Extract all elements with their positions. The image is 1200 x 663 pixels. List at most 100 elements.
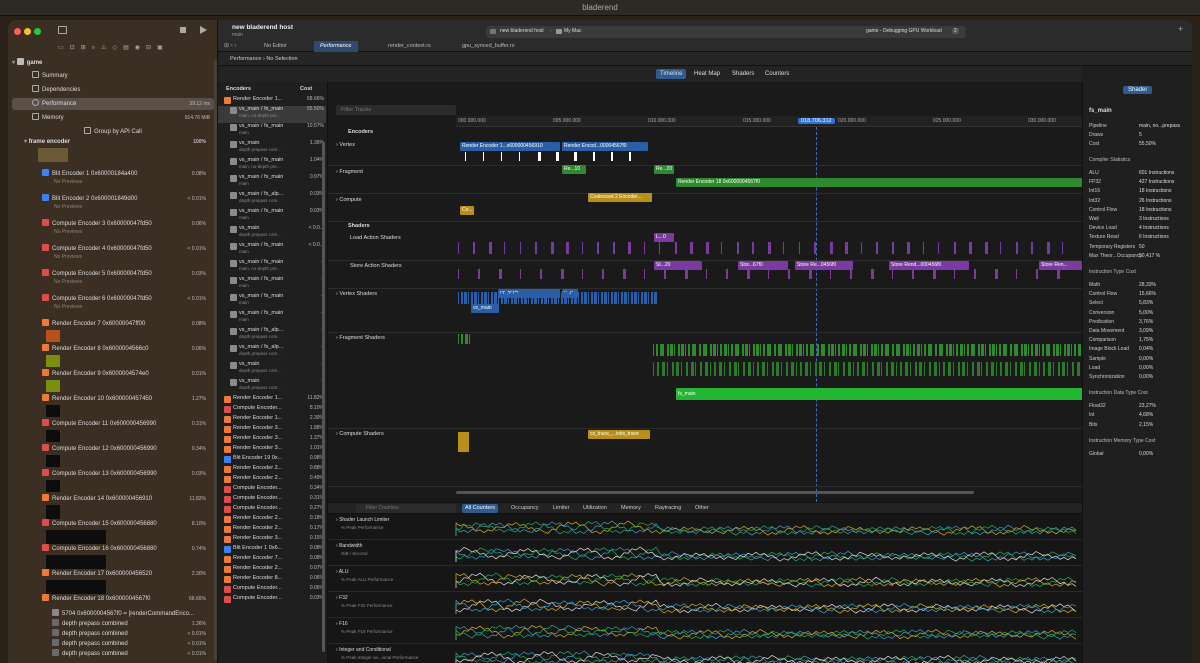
counter-row[interactable]: › F32 % Peak F32 Performance: [328, 592, 1082, 618]
nav-item-performance[interactable]: Performance 39.12 ms: [12, 98, 214, 110]
encoder-row[interactable]: Blit Encoder 19 0x... 0.98%: [218, 455, 326, 465]
encoder-row[interactable]: vs_maindepth prepass com...–: [218, 361, 326, 378]
zoom-window-button[interactable]: [34, 28, 41, 35]
compute-shader-block[interactable]: cs_trace_...iobs_trace: [588, 430, 650, 439]
run-icon[interactable]: [200, 26, 207, 34]
status-badge[interactable]: 2: [952, 28, 959, 34]
encoder-row[interactable]: vs_main / fs_main main < 0.0...: [218, 242, 326, 259]
encoder-row[interactable]: Compute Encoder... 0.06%: [218, 585, 326, 595]
encoder-row[interactable]: vs_main / fs_alp...depth prepass com...–: [218, 327, 326, 344]
encoders-scrollbar[interactable]: [322, 142, 325, 652]
navigator-tab-icons[interactable]: ▭⊡⊞⌕⚠◇▤◉⊟▣: [58, 44, 169, 52]
tab-shaders[interactable]: Shaders: [728, 69, 758, 79]
encoder-row[interactable]: Render Encoder 2... 0.17%: [218, 525, 326, 535]
encoder-row[interactable]: Render Encoder 3... 1.37%: [218, 435, 326, 445]
encoder-row[interactable]: vs_main / fs_mainmain, no-depth pre...–: [218, 259, 326, 276]
store-action-block-2[interactable]: Stor...67f0: [738, 261, 788, 270]
nav-encoder-row[interactable]: Compute Encoder 5 0x60000047fd50 0.03%: [12, 268, 214, 280]
compute-block-small[interactable]: Co...: [460, 206, 474, 215]
encoder-row[interactable]: vs_main / fs_alp... depth prepass com... 0…: [218, 191, 326, 208]
nav-arrows[interactable]: ⊞ ‹ ›: [224, 42, 236, 49]
nav-encoder-row[interactable]: Render Encoder 7 0x60000047ff00 0.08%: [12, 318, 214, 330]
encoder-row[interactable]: Render Encoder 2... 0.49%: [218, 475, 326, 485]
fragment-block-encoder-20[interactable]: Re...20: [654, 165, 674, 174]
nav-encoder-row[interactable]: Compute Encoder 16 0x600000456880 0.74%: [12, 543, 214, 555]
encoder-row[interactable]: Render Encoder 3... 0.15%: [218, 535, 326, 545]
nav-encoder-row[interactable]: Render Encoder 10 0x600000457450 1.27%: [12, 393, 214, 405]
encoder-row[interactable]: vs_main / fs_alp...depth prepass com...–: [218, 344, 326, 361]
encoder-row[interactable]: vs_main / fs_main main, no-depth pre... 55…: [218, 106, 326, 123]
nav-encoder-row[interactable]: Render Encoder 9 0x6000004574e0 0.01%: [12, 368, 214, 380]
tab-render-context[interactable]: render_context.rs: [382, 41, 437, 52]
store-action-block-5[interactable]: Store Ren...: [1039, 261, 1082, 270]
store-action-block-3[interactable]: Store Re...0456f0: [795, 261, 853, 270]
sidebar-toggle-icon[interactable]: [58, 26, 67, 34]
close-window-button[interactable]: [14, 28, 21, 35]
breadcrumb-item-performance[interactable]: Performance: [230, 56, 262, 62]
nav-root[interactable]: ▾ game: [12, 57, 214, 69]
encoder-row[interactable]: vs_maindepth prepass com...–: [218, 378, 326, 395]
inspector-section-header[interactable]: Instruction Type Cost: [1089, 269, 1136, 275]
counter-tab-raytracing[interactable]: Raytracing: [652, 504, 684, 513]
inspector-section-header[interactable]: Compiler Statistics: [1089, 157, 1130, 163]
encoder-row[interactable]: Render Encoder 2... 0.18%: [218, 515, 326, 525]
store-action-block-4[interactable]: Store Rend...000456f0: [889, 261, 969, 270]
counter-row[interactable]: › ALU % Peak ALU Performance: [328, 566, 1082, 592]
tab-performance[interactable]: Performance: [314, 41, 358, 52]
encoders-column-header[interactable]: Encoders: [226, 86, 251, 92]
nav-encoder-row[interactable]: Blit Encoder 1 0x60000184a400 0.08%: [12, 168, 214, 180]
breadcrumb-item-selection[interactable]: No Selection: [266, 56, 297, 62]
track-compute[interactable]: › Compute: [328, 194, 1082, 222]
filter-counters-input[interactable]: Filter Counters: [356, 504, 456, 513]
encoder-row[interactable]: Compute Encoder... 8.10%: [218, 405, 326, 415]
load-action-block[interactable]: L...0: [654, 233, 674, 242]
encoder-row[interactable]: Compute Encoder... 0.27%: [218, 505, 326, 515]
inspector-tab-shader[interactable]: Shader: [1123, 86, 1153, 94]
nav-encoder-row[interactable]: Compute Encoder 15 0x600000456880 8.10%: [12, 518, 214, 530]
vertex-block-encoder-14[interactable]: Render Encoder 1...x600000456910: [460, 142, 560, 151]
tab-gpu-synced-buffer[interactable]: gpu_synced_buffer.rs: [456, 41, 521, 52]
fragment-block-encoder-18[interactable]: Render Encoder 18 0x6000004567f0: [676, 178, 1082, 187]
encoder-row[interactable]: vs_main / fs_mainmain–: [218, 310, 326, 327]
counter-tab-occupancy[interactable]: Occupancy: [508, 504, 542, 513]
nav-encoder-row[interactable]: Compute Encoder 3 0x60000047fd50 0.06%: [12, 218, 214, 230]
encoder-row[interactable]: vs_main depth prepass com... 1.36%: [218, 140, 326, 157]
nav-encoder-row[interactable]: Blit Encoder 2 0x600001849d00 < 0.01%: [12, 193, 214, 205]
track-vertex-shaders[interactable]: › Vertex Shaders: [328, 289, 1082, 333]
inspector-section-header[interactable]: Instruction Data Type Cost: [1089, 390, 1148, 396]
encoder-row[interactable]: Render Encoder 2... 0.07%: [218, 565, 326, 575]
encoder-row[interactable]: vs_main / fs_main main, no-depth pre... 1.…: [218, 157, 326, 174]
nav-encoder-row[interactable]: Render Encoder 8 0x6000004566c0 0.06%: [12, 343, 214, 355]
frame-encoder-row[interactable]: ▾ frame encoder 100%: [12, 136, 214, 148]
encoder-row[interactable]: Compute Encoder... 0.34%: [218, 485, 326, 495]
vertex-block-encoder-18[interactable]: Render Encod...00004567f0: [562, 142, 648, 151]
encoder-row[interactable]: Render Encoder 7... 0.08%: [218, 555, 326, 565]
destination-name[interactable]: My Mac: [564, 28, 582, 34]
counter-row[interactable]: › F16 % Peak F16 Performance: [328, 618, 1082, 644]
nav-encoder-row[interactable]: Compute Encoder 6 0x60000047fd50 < 0.01%: [12, 293, 214, 305]
counter-tab-limiter[interactable]: Limiter: [550, 504, 573, 513]
encoder-row[interactable]: Render Encoder 1... 68.66%: [218, 96, 326, 106]
nav-encoder-row[interactable]: Compute Encoder 13 0x600000456990 0.03%: [12, 468, 214, 480]
tab-heat-map[interactable]: Heat Map: [690, 69, 724, 79]
encoder-row[interactable]: Render Encoder 3... 1.88%: [218, 425, 326, 435]
add-icon[interactable]: +: [1178, 24, 1183, 34]
fragment-block-encoder-10[interactable]: Re...10: [562, 165, 586, 174]
nav-encoder-row[interactable]: Render Encoder 14 0x600000456910 11.82%: [12, 493, 214, 505]
encoder-row[interactable]: Render Encoder 1... 2.30%: [218, 415, 326, 425]
nav-item-memory[interactable]: Memory 914.76 MiB: [12, 112, 214, 124]
tab-no-editor[interactable]: No Editor: [258, 41, 293, 52]
nav-child-row[interactable]: depth prepass combined < 0.01%: [12, 648, 214, 660]
encoder-row[interactable]: Render Encoder 3... 1.01%: [218, 445, 326, 455]
encoder-row[interactable]: vs_main / fs_main main 10.57%: [218, 123, 326, 140]
navigator-scrollbar[interactable]: [214, 60, 217, 660]
counter-tab-memory[interactable]: Memory: [618, 504, 644, 513]
encoder-row[interactable]: vs_main depth prepass com... < 0.0...: [218, 225, 326, 242]
fragment-shader-main-block[interactable]: fs_main: [676, 388, 1082, 400]
nav-encoder-row[interactable]: Compute Encoder 4 0x60000047fd50 < 0.01%: [12, 243, 214, 255]
counter-tab-other[interactable]: Other: [692, 504, 712, 513]
encoder-row[interactable]: Blit Encoder 1 0x6... 0.08%: [218, 545, 326, 555]
encoder-row[interactable]: Render Encoder 2... 0.88%: [218, 465, 326, 475]
filter-tracks-input[interactable]: Filter Tracks: [336, 105, 456, 115]
encoder-row[interactable]: Render Encoder 1... 11.82%: [218, 395, 326, 405]
